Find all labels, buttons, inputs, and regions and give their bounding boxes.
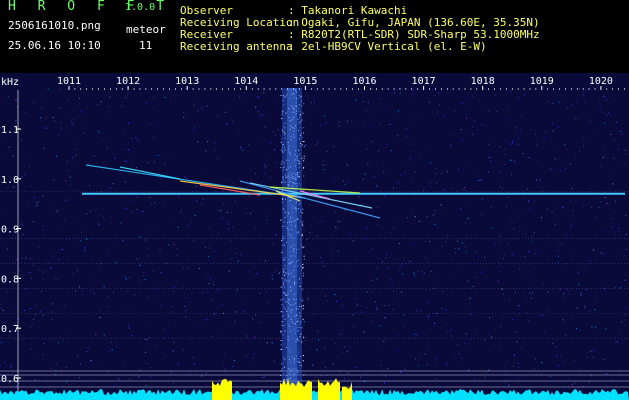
y-tick-label: 1.1 (1, 125, 19, 136)
x-tick-label: 1018 (471, 76, 495, 87)
signal-column-core (287, 88, 297, 400)
spectrogram-plot: 1011 1012 1013 1014 1015 1016 1017 1018 1019 1020… (0, 73, 629, 400)
y-unit-label: kHz (1, 77, 19, 88)
x-tick-label: 1011 (57, 76, 81, 87)
image-filename: 2506161010.png (8, 19, 101, 32)
y-tick-label: 0.9 (1, 225, 19, 236)
y-tick-label: 0.7 (1, 324, 19, 335)
x-tick-label: 1020 (589, 76, 613, 87)
app-version: 1.0.0 (125, 2, 156, 13)
observation-datetime: 25.06.16 10:10 (8, 39, 101, 52)
y-tick-label: 1.0 (1, 175, 19, 186)
meteor-count: 11 (139, 39, 153, 52)
x-tick-label: 1013 (175, 76, 199, 87)
header-panel: H R O F F T 1.0.0 2506161010.png meteor … (0, 0, 629, 73)
x-tick-label: 1014 (234, 76, 258, 87)
x-tick-label: 1016 (352, 76, 376, 87)
x-tick-label: 1019 (530, 76, 554, 87)
antenna-key: Receiving antenna (180, 40, 293, 53)
y-tick-label: 0.6 (1, 374, 19, 385)
x-tick-label: 1012 (116, 76, 140, 87)
y-tick-label: 0.8 (1, 274, 19, 285)
antenna-value: : 2el-HB9CV Vertical (el. E-W) (288, 40, 487, 53)
x-tick-label: 1017 (412, 76, 436, 87)
plot-background (0, 73, 629, 400)
meteor-label: meteor (126, 23, 166, 36)
x-tick-label: 1015 (293, 76, 317, 87)
